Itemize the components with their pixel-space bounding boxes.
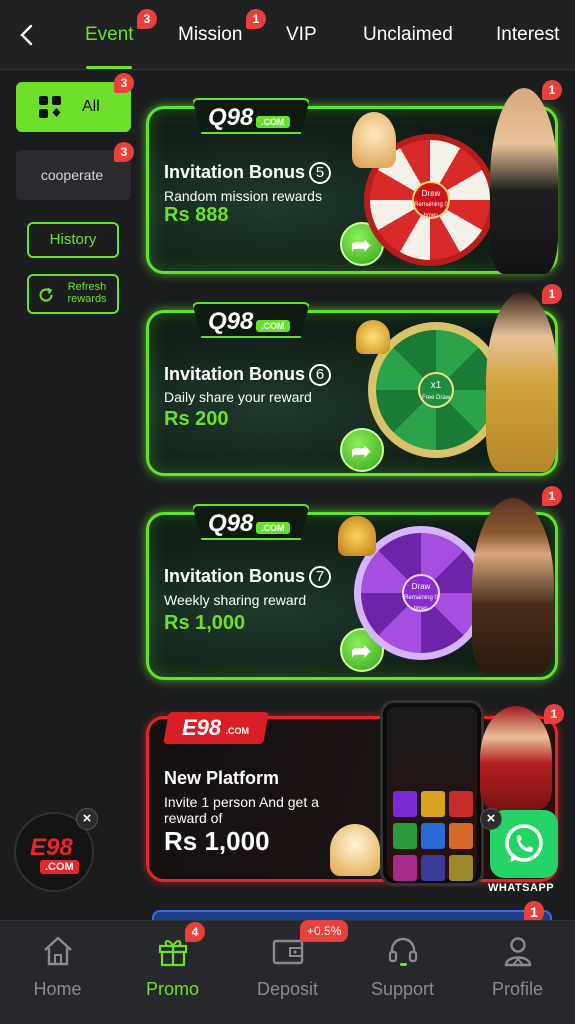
card-badge: 1: [542, 284, 562, 304]
tab-active-indicator: [86, 66, 132, 69]
history-button[interactable]: History: [27, 222, 119, 258]
promo-screen: Event 3 Mission 1 VIP Unclaimed Interest…: [0, 0, 575, 1024]
bottom-nav: Home Promo Deposit Support Profile: [0, 920, 575, 1024]
card-badge: 1: [542, 80, 562, 100]
refresh-rewards-label: Refresh rewards: [67, 281, 107, 305]
tab-unclaimed[interactable]: Unclaimed: [363, 24, 453, 46]
home-icon: [44, 936, 72, 966]
card-title: Invitation Bonus 7: [164, 566, 331, 588]
phone-mockup: [380, 700, 484, 886]
nav-home[interactable]: Home: [0, 921, 115, 1024]
card-number: 7: [309, 566, 331, 588]
tab-mission-badge: 1: [246, 9, 266, 29]
card-title: Invitation Bonus 5: [164, 162, 331, 184]
card-amount: Rs 1,000: [164, 612, 246, 634]
nav-label: Support: [370, 979, 435, 999]
wheel-center: x1 Free Draw: [418, 372, 454, 408]
card-subtitle: Random mission rewards: [164, 188, 322, 204]
headset-icon: [388, 937, 418, 966]
nav-label: Home: [33, 979, 82, 999]
chevron-left-icon[interactable]: [14, 22, 40, 48]
card-subtitle: Invite 1 person And get a reward of: [164, 794, 319, 826]
chicken-mascot: [352, 112, 396, 168]
wheel-center: Draw Remaining 0 times: [412, 181, 450, 219]
card-number: 6: [309, 364, 331, 386]
nav-label: Promo: [145, 979, 199, 999]
chicken-mascot: [330, 824, 380, 876]
grid-apps-icon: [39, 96, 61, 118]
wheel-center: Draw Remaining 0 times: [402, 574, 440, 612]
refresh-icon: [39, 287, 53, 302]
promo-card-invitation-6[interactable]: Q98 .COM Invitation Bonus 6 Daily share y…: [146, 284, 562, 476]
e98-logo: E98 .COM: [163, 712, 269, 744]
share-arrow-icon: ➦: [351, 638, 372, 665]
share-arrow-icon: ➦: [351, 438, 372, 465]
q98-logo: Q98 .COM: [192, 98, 310, 134]
top-tab-bar: Event 3 Mission 1 VIP Unclaimed Interest: [0, 0, 575, 70]
nav-label: Profile: [491, 979, 544, 999]
tab-interest[interactable]: Interest: [496, 24, 559, 46]
q98-logo: Q98 .COM: [192, 504, 310, 540]
tab-vip[interactable]: VIP: [286, 24, 317, 46]
sidebar-all-badge: 3: [114, 73, 134, 93]
nav-promo[interactable]: Promo: [115, 921, 230, 1024]
tab-event[interactable]: Event: [85, 24, 134, 46]
tab-mission[interactable]: Mission: [178, 24, 242, 46]
close-icon[interactable]: ×: [76, 808, 98, 830]
deposit-bonus-badge: +0.5%: [300, 920, 349, 942]
q98-logo: Q98 .COM: [192, 302, 310, 338]
card-number: 5: [309, 162, 331, 184]
gold-mask-ornament: [338, 516, 376, 556]
card-amount: Rs 888: [164, 204, 229, 226]
explorer-character: [472, 498, 554, 674]
card-title: Invitation Bonus 6: [164, 364, 331, 386]
tab-event-badge: 3: [137, 9, 157, 29]
share-arrow-button[interactable]: ➦: [340, 428, 384, 472]
golden-lady-character: [486, 292, 558, 472]
close-icon[interactable]: ×: [480, 808, 502, 830]
nav-support[interactable]: Support: [345, 921, 460, 1024]
whatsapp-icon: [505, 824, 543, 862]
card-badge: 1: [544, 704, 564, 724]
card-subtitle: Daily share your reward: [164, 389, 312, 405]
share-arrow-icon: ➦: [351, 232, 372, 259]
nav-label: Deposit: [256, 979, 319, 999]
promo-badge: 4: [185, 922, 205, 942]
card-subtitle: Weekly sharing reward: [164, 592, 307, 608]
gold-ornament: [356, 320, 390, 354]
card-badge: 1: [542, 486, 562, 506]
sidebar-cooperate-badge: 3: [114, 142, 134, 162]
sidebar-item-label: All: [82, 98, 100, 115]
nav-profile[interactable]: Profile: [460, 921, 575, 1024]
sidebar-item-label: cooperate: [40, 167, 104, 183]
card-title: New Platform: [164, 768, 280, 788]
card-amount: Rs 1,000: [164, 826, 270, 856]
promo-card-invitation-5[interactable]: Q98 .COM Invitation Bonus 5 Random missio…: [146, 80, 562, 274]
aviator-girl-character: [480, 706, 552, 810]
whatsapp-label: WHATSAPP: [488, 882, 555, 894]
promo-card-invitation-7[interactable]: Q98 .COM Invitation Bonus 7 Weekly sharin…: [146, 486, 562, 680]
bunny-girl-character: [490, 88, 558, 274]
user-icon: [504, 937, 532, 967]
refresh-rewards-button[interactable]: Refresh rewards: [27, 274, 119, 314]
card-amount: Rs 200: [164, 408, 229, 430]
